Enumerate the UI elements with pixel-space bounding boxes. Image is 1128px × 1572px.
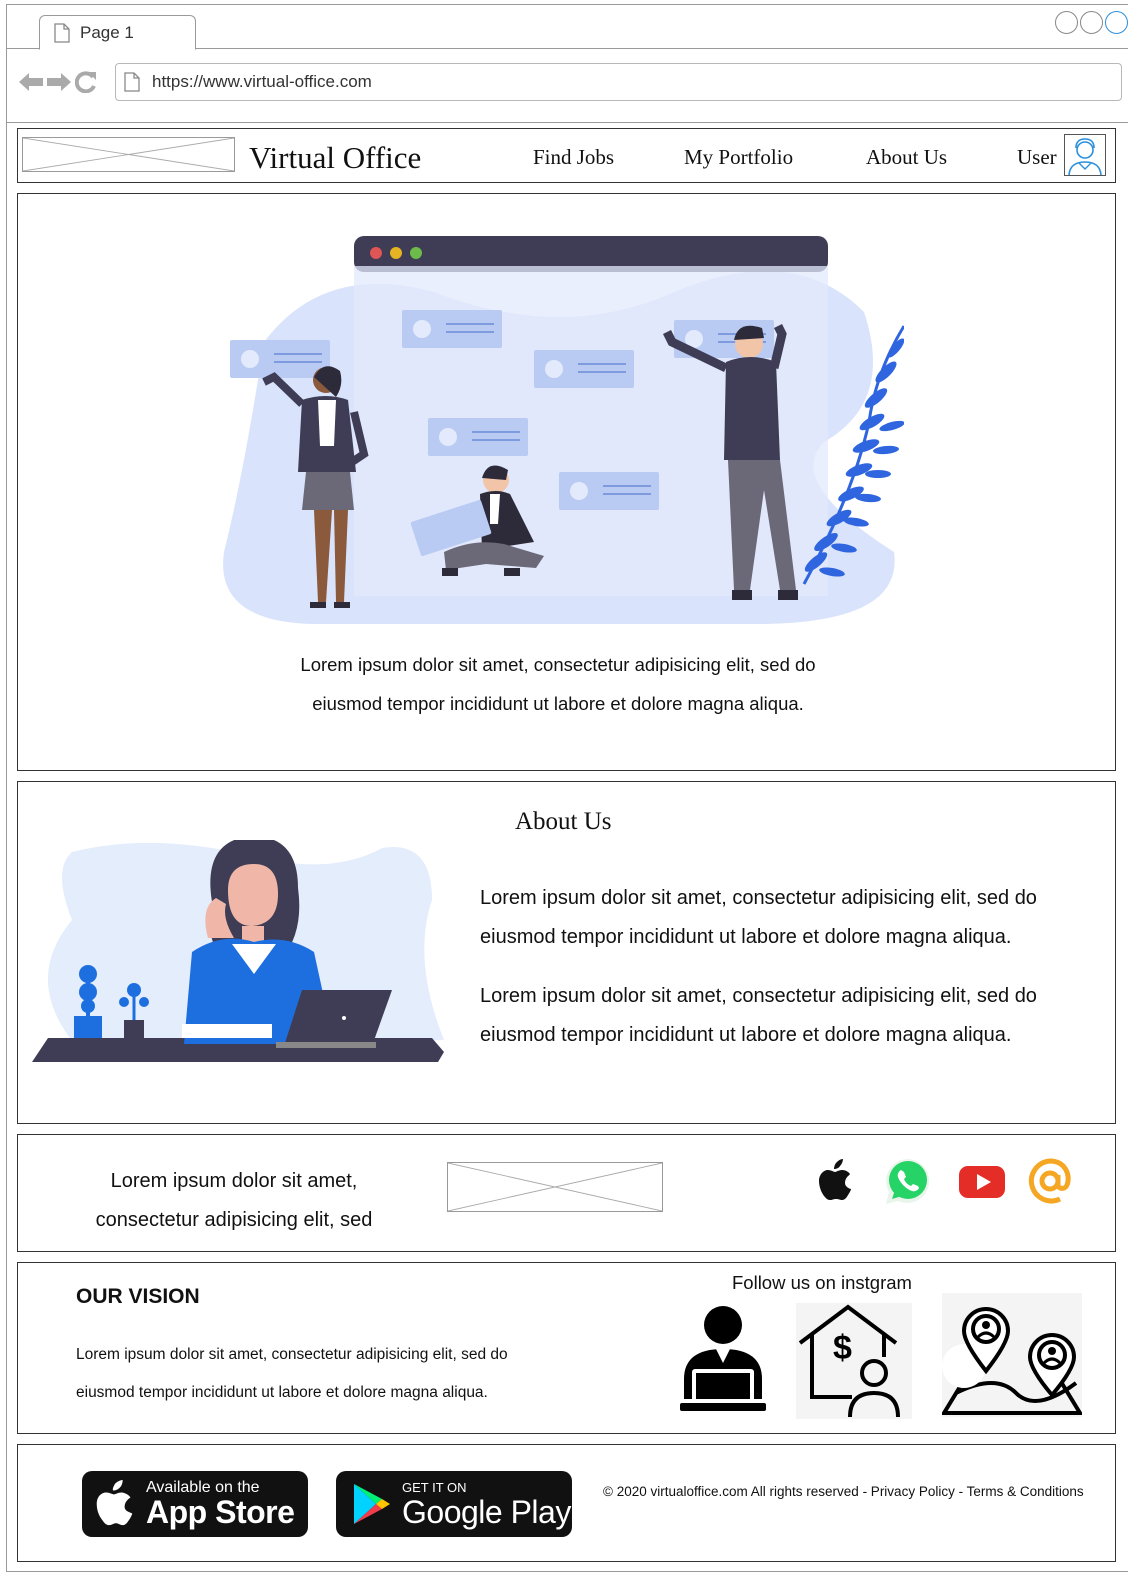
tab-label: Page 1 [80,22,134,42]
maximize-button[interactable] [1080,11,1103,34]
close-button[interactable] [1105,11,1128,34]
nav-find-jobs[interactable]: Find Jobs [533,145,614,170]
minimize-button[interactable] [1055,11,1078,34]
nav-controls [19,71,97,93]
nav-my-portfolio[interactable]: My Portfolio [684,145,793,170]
nav-about-us[interactable]: About Us [866,145,947,170]
email-at-icon[interactable] [1024,1155,1076,1207]
url-text[interactable]: https://www.virtual-office.com [152,72,372,92]
image-placeholder [447,1162,663,1212]
forward-arrow-icon[interactable] [47,72,71,92]
nav-user[interactable]: User [1017,145,1057,170]
google-play-big: Google Play [402,1494,571,1530]
google-play-badge[interactable]: GET IT ON Google Play [336,1471,572,1537]
house-finance-icon[interactable]: $ [796,1303,912,1419]
app-store-big: App Store [146,1494,295,1530]
youtube-icon[interactable] [956,1155,1008,1207]
about-title: About Us [515,808,612,835]
follow-instagram-label: Follow us on instgram [732,1272,912,1293]
url-bar[interactable]: https://www.virtual-office.com [115,63,1122,101]
page-icon [54,22,70,43]
map-location-icon[interactable] [942,1293,1082,1417]
page-icon [124,72,140,92]
address-row: https://www.virtual-office.com [7,49,1128,123]
team-collaboration-illustration [223,236,904,624]
app-store-badge[interactable]: Available on the App Store [82,1471,308,1537]
apple-icon[interactable] [810,1155,862,1207]
hero-description: Lorem ipsum dolor sit amet, consectetur … [300,654,816,714]
info-strip: Lorem ipsum dolor sit amet, consectetur … [17,1134,1116,1252]
user-avatar-icon[interactable] [1064,134,1106,176]
browser-tab[interactable]: Page 1 [39,15,196,50]
about-paragraph-1: Lorem ipsum dolor sit amet, consectetur … [480,887,1037,948]
apple-icon [96,1479,133,1526]
copyright-text: © 2020 virtualoffice.com All rights rese… [603,1484,1084,1499]
about-section: About Us Lorem ipsum dolor sit amet, con… [17,781,1116,1124]
logo-placeholder [22,137,235,172]
whatsapp-icon[interactable] [882,1155,934,1207]
window-controls [1055,11,1128,34]
reload-icon[interactable] [75,71,97,93]
hero-section: Lorem ipsum dolor sit amet, consectetur … [17,193,1116,771]
google-play-icon [354,1484,390,1524]
vision-title: OUR VISION [76,1285,200,1308]
strip-text: Lorem ipsum dolor sit amet, consectetur … [95,1170,373,1231]
about-paragraph-2: Lorem ipsum dolor sit amet, consectetur … [480,985,1037,1046]
vision-section: OUR VISION Lorem ipsum dolor sit amet, c… [17,1262,1116,1434]
woman-laptop-illustration [32,840,444,1062]
brand-name: Virtual Office [249,140,422,175]
remote-worker-icon[interactable] [678,1303,768,1419]
tab-bar: Page 1 [7,5,1128,50]
svg-text:$: $ [833,1329,852,1367]
vision-text: Lorem ipsum dolor sit amet, consectetur … [76,1346,508,1401]
site-header: Virtual Office Find Jobs My Portfolio Ab… [17,128,1116,183]
site-footer: Available on the App Store GET IT ON Goo… [17,1444,1116,1562]
back-arrow-icon[interactable] [19,72,43,92]
